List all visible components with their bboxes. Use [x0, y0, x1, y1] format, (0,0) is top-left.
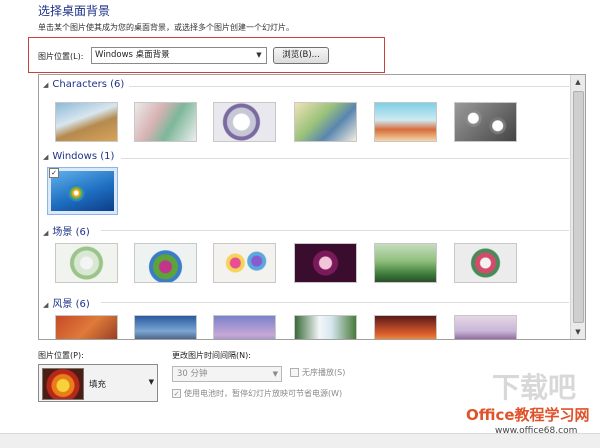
chevron-down-icon: ▼: [256, 51, 262, 59]
position-preview-image: [42, 368, 84, 400]
shuffle-checkbox[interactable]: [290, 368, 299, 377]
wallpaper-thumbnail[interactable]: [55, 102, 118, 142]
watermark-title: Office教程学习网: [466, 406, 590, 424]
picture-location-value: Windows 桌面背景: [95, 50, 170, 60]
group-divider: [129, 86, 569, 87]
group-header[interactable]: ◢ 风景 (6): [43, 295, 90, 310]
interval-value: 30 分钟: [177, 369, 208, 379]
wallpaper-thumbnail[interactable]: [374, 243, 437, 283]
group-divider: [101, 230, 569, 231]
watermark-logo: 下载吧: [492, 371, 577, 404]
wallpaper-thumbnail[interactable]: [294, 102, 357, 142]
page-description: 单击某个图片使其成为您的桌面背景，或选择多个图片创建一个幻灯片。: [38, 23, 294, 32]
wallpaper-thumbnail[interactable]: [294, 315, 357, 339]
group-header[interactable]: ◢ Characters (6): [43, 79, 124, 90]
checkbox-checked-icon[interactable]: ✓: [49, 168, 59, 178]
group-header[interactable]: ◢ 场景 (6): [43, 223, 90, 238]
picture-position-dropdown[interactable]: 填充 ▼: [38, 364, 158, 402]
scrollbar-thumb[interactable]: [573, 91, 584, 323]
wallpaper-thumbnail-selected[interactable]: ✓: [47, 167, 118, 215]
collapse-icon: ◢: [43, 153, 49, 161]
wallpaper-thumbnail[interactable]: [213, 315, 276, 339]
interval-label: 更改图片时间间隔(N):: [172, 351, 251, 360]
wallpaper-thumbnail[interactable]: [55, 243, 118, 283]
wallpaper-thumbnail[interactable]: [454, 243, 517, 283]
group-header[interactable]: ◢ Windows (1): [43, 151, 114, 162]
browse-button[interactable]: 浏览(B)...: [273, 47, 329, 64]
wallpaper-thumbnail[interactable]: [134, 315, 197, 339]
wallpaper-thumbnail[interactable]: [213, 102, 276, 142]
wallpaper-thumbnail[interactable]: [374, 102, 437, 142]
footer-bar: [0, 433, 600, 448]
wallpaper-thumbnail[interactable]: [454, 102, 517, 142]
page-title: 选择桌面背景: [38, 4, 111, 18]
group-divider: [121, 158, 569, 159]
wallpaper-thumbnail[interactable]: [294, 243, 357, 283]
chevron-down-icon: ▼: [272, 370, 278, 378]
picture-location-dropdown[interactable]: Windows 桌面背景 ▼: [91, 47, 267, 64]
interval-dropdown[interactable]: 30 分钟 ▼: [172, 366, 282, 382]
wallpaper-gallery[interactable]: ◢ Characters (6) ◢ Windows (1) ✓ ◢ 场景 (6) ◢…: [38, 74, 586, 340]
wallpaper-thumbnail[interactable]: [454, 315, 517, 339]
wallpaper-image: [51, 171, 114, 211]
picture-position-value: 填充: [89, 380, 107, 390]
collapse-icon: ◢: [43, 301, 49, 309]
picture-location-label: 图片位置(L):: [38, 52, 84, 61]
battery-label: 使用电池时，暂停幻灯片放映可节省电源(W): [184, 389, 343, 398]
wallpaper-thumbnail[interactable]: [134, 243, 197, 283]
picture-position-label: 图片位置(P):: [38, 351, 84, 360]
collapse-icon: ◢: [43, 229, 49, 237]
scroll-up-icon[interactable]: ▲: [571, 75, 585, 89]
shuffle-label: 无序播放(S): [302, 368, 346, 377]
group-divider: [101, 302, 569, 303]
scroll-down-icon[interactable]: ▼: [571, 325, 585, 339]
wallpaper-thumbnail[interactable]: [213, 243, 276, 283]
collapse-icon: ◢: [43, 81, 49, 89]
wallpaper-thumbnail[interactable]: [134, 102, 197, 142]
wallpaper-thumbnail[interactable]: [374, 315, 437, 339]
chevron-down-icon: ▼: [148, 378, 154, 386]
wallpaper-thumbnail[interactable]: [55, 315, 118, 339]
gallery-scrollbar[interactable]: ▲ ▼: [570, 75, 585, 339]
battery-checkbox[interactable]: ✓: [172, 389, 181, 398]
